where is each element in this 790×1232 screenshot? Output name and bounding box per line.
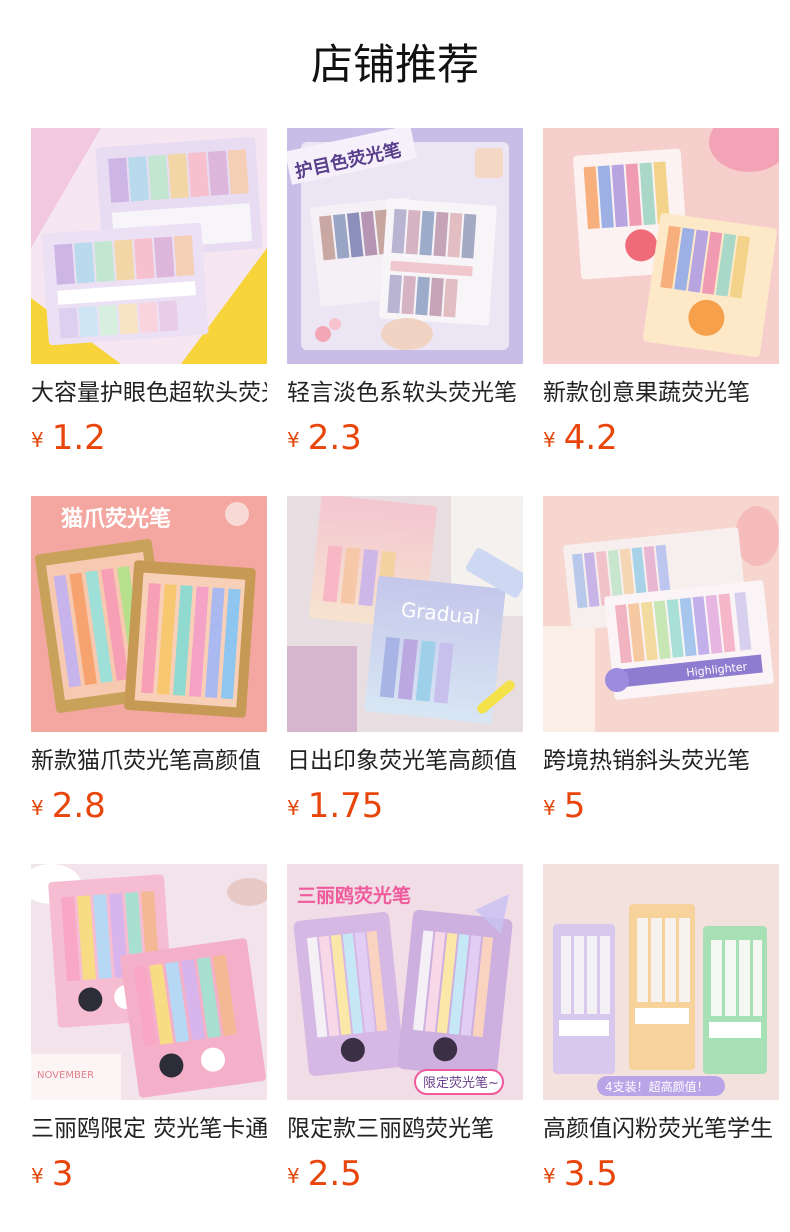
product-grid: 大容量护眼色超软头荧光笔 ¥1.2 [31, 128, 779, 1232]
sanrio-bag-highlighter-image[interactable]: 三丽鸥荧光笔 限定荧光笔~ [287, 864, 523, 1100]
page-title: 店铺推荐 [310, 40, 479, 89]
product-name[interactable]: 高颜值闪粉荧光笔学生 [543, 1112, 779, 1146]
cat-paw-highlighter-image: 猫爪荧光笔 [31, 496, 267, 732]
price-amount: 5 [563, 786, 586, 826]
product-name[interactable]: 新款创意果蔬荧光笔 [543, 376, 779, 410]
pastel-highlighter-box-image[interactable] [31, 128, 267, 364]
fruit-highlighter-image [543, 128, 779, 364]
product-card[interactable]: 猫爪荧光笔 新款猫爪荧光笔高颜值 ¥ 2.8 [31, 496, 267, 864]
currency-symbol: ¥ [543, 1164, 556, 1188]
product-price: ¥4.2 [543, 416, 618, 466]
eye-care-highlighter-image[interactable]: 护目色荧光笔 [287, 128, 523, 364]
price-amount: 4.2 [563, 418, 618, 458]
currency-symbol: ¥ [287, 1164, 300, 1188]
eye-care-highlighter-image: 护目色荧光笔 [287, 128, 523, 364]
product-price: ¥2.8 [31, 784, 106, 834]
image-caption: 三丽鸥荧光笔 [297, 884, 411, 907]
price-amount: 1.75 [307, 786, 384, 826]
image-caption: NOVEMBER [37, 1070, 94, 1081]
product-name[interactable]: 三丽鸥限定 荧光笔卡通 [31, 1112, 267, 1146]
product-price: ¥2.5 [287, 1152, 362, 1202]
sanrio-highlighter-image[interactable]: NOVEMBER [31, 864, 267, 1100]
currency-symbol: ¥ [31, 1164, 44, 1188]
currency-symbol: ¥ [31, 796, 44, 820]
product-card[interactable]: Gradual 日出印象荧光笔高颜值 ¥1.75 [287, 496, 523, 864]
product-price: ¥1.75 [287, 784, 383, 834]
gradual-highlighter-image[interactable]: Gradual [287, 496, 523, 732]
image-caption: 4支装！超高颜值！ [605, 1079, 709, 1094]
price-amount: 2.8 [51, 786, 106, 826]
product-name[interactable]: 日出印象荧光笔高颜值 [287, 744, 523, 778]
product-price: ¥1.2 [31, 416, 106, 466]
sanrio-highlighter-image: NOVEMBER [31, 864, 267, 1100]
product-card[interactable]: 大容量护眼色超软头荧光笔 ¥1.2 [31, 128, 267, 496]
sanrio-bag-highlighter-image: 三丽鸥荧光笔 限定荧光笔~ [287, 864, 523, 1100]
price-amount: 3 [51, 1154, 74, 1194]
product-card[interactable]: 三丽鸥荧光笔 限定荧光笔~ 限定款三丽鸥荧光笔 ¥ 2.5 [287, 864, 523, 1232]
price-amount: 2.5 [307, 1154, 362, 1194]
product-card[interactable]: 护目色荧光笔 轻言淡色系软头荧光笔 ¥2.3 [287, 128, 523, 496]
cat-paw-highlighter-image[interactable]: 猫爪荧光笔 [31, 496, 267, 732]
product-card[interactable]: 新款创意果蔬荧光笔 ¥4.2 [543, 128, 779, 496]
image-caption: 猫爪荧光笔 [61, 506, 171, 532]
product-name[interactable]: 跨境热销斜头荧光笔 [543, 744, 779, 778]
product-name[interactable]: 限定款三丽鸥荧光笔 [287, 1112, 523, 1146]
product-price: ¥5 [543, 784, 585, 834]
product-card[interactable]: NOVEMBER 三丽鸥限定 荧光笔卡通 ¥ 3 [31, 864, 267, 1232]
currency-symbol: ¥ [543, 428, 556, 452]
currency-symbol: ¥ [287, 428, 300, 452]
shiny-pen-highlighter-image: 4支装！超高颜值！ [543, 864, 779, 1100]
product-card[interactable]: 4支装！超高颜值！ 高颜值闪粉荧光笔学生 ¥3.5 [543, 864, 779, 1232]
fruit-highlighter-image[interactable] [543, 128, 779, 364]
product-price: ¥2.3 [287, 416, 362, 466]
slanted-highlighter-image: Highlighter [543, 496, 779, 732]
currency-symbol: ¥ [287, 796, 300, 820]
shiny-pen-highlighter-image[interactable]: 4支装！超高颜值！ [543, 864, 779, 1100]
product-name[interactable]: 大容量护眼色超软头荧光笔 [31, 376, 267, 410]
product-name[interactable]: 轻言淡色系软头荧光笔 [287, 376, 523, 410]
product-name[interactable]: 新款猫爪荧光笔高颜值 [31, 744, 267, 778]
pastel-highlighter-box-image [31, 128, 267, 364]
price-amount: 2.3 [307, 418, 362, 458]
price-amount: 3.5 [563, 1154, 618, 1194]
price-amount: 1.2 [51, 418, 106, 458]
gradual-highlighter-image: Gradual [287, 496, 523, 732]
currency-symbol: ¥ [543, 796, 556, 820]
product-price: ¥3.5 [543, 1152, 618, 1202]
currency-symbol: ¥ [31, 428, 44, 452]
product-price: ¥3 [31, 1152, 73, 1202]
image-caption-2: 限定荧光笔~ [423, 1075, 499, 1091]
slanted-highlighter-image[interactable]: Highlighter [543, 496, 779, 732]
product-card[interactable]: Highlighter 跨境热销斜头荧光笔 ¥5 [543, 496, 779, 864]
